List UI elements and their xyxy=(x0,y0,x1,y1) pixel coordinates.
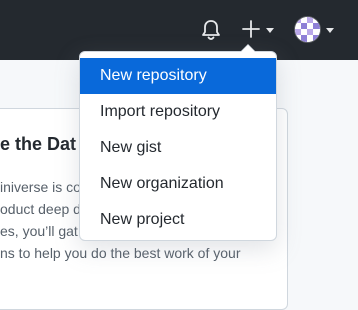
background-text-line: es, you’ll gat xyxy=(0,223,78,239)
menu-item-new-gist[interactable]: New gist xyxy=(80,130,276,166)
menu-item-new-repository[interactable]: New repository xyxy=(80,58,276,94)
menu-item-new-organization[interactable]: New organization xyxy=(80,166,276,202)
plus-icon[interactable] xyxy=(241,19,261,39)
background-text-line: iniverse is cor xyxy=(0,179,86,195)
avatar[interactable] xyxy=(295,17,320,42)
background-card-title: e the Dat xyxy=(0,134,77,154)
menu-item-import-repository[interactable]: Import repository xyxy=(80,94,276,130)
menu-item-new-project[interactable]: New project xyxy=(80,202,276,238)
create-new-dropdown-menu: New repository Import repository New gis… xyxy=(79,44,277,241)
bell-icon[interactable] xyxy=(200,18,222,42)
menu-list: New repository Import repository New gis… xyxy=(80,58,276,238)
chevron-down-icon[interactable] xyxy=(266,28,274,33)
avatar-chevron-down-icon[interactable] xyxy=(326,28,334,33)
background-text-line: ns to help you do the best work of your xyxy=(0,245,241,261)
background-text-line: oduct deep di xyxy=(0,201,85,217)
